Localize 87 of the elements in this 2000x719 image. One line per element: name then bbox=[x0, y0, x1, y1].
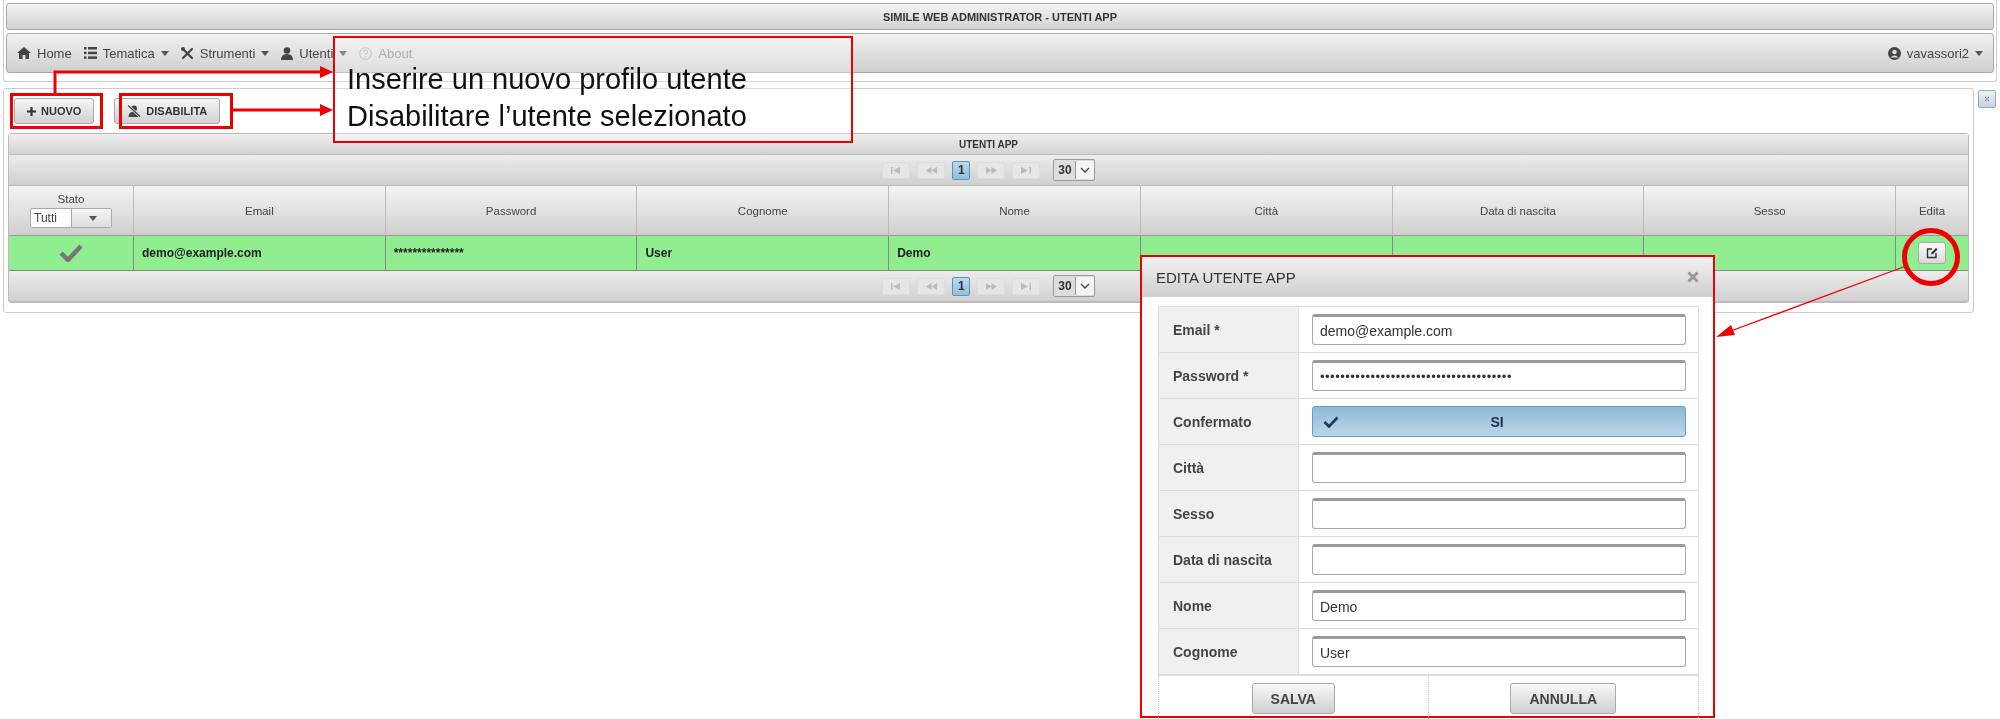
caret-icon bbox=[1975, 50, 1983, 56]
field-label: Data di nascita bbox=[1159, 537, 1299, 582]
question-icon bbox=[359, 46, 373, 60]
next-page-icon bbox=[985, 282, 997, 290]
home-icon bbox=[17, 47, 31, 59]
fullscreen-button[interactable] bbox=[1978, 90, 1996, 108]
caret-icon bbox=[160, 50, 169, 56]
first-page-button[interactable] bbox=[882, 161, 911, 179]
input-field[interactable]: •••••••••••••••••••••••••••••••••••••• bbox=[1312, 360, 1686, 391]
next-page-button[interactable] bbox=[977, 277, 1006, 295]
edit-icon bbox=[1926, 247, 1938, 259]
field-label: Cognome bbox=[1159, 629, 1299, 674]
last-page-button[interactable] bbox=[1012, 277, 1041, 295]
first-page-icon bbox=[891, 282, 902, 290]
tools-icon bbox=[180, 46, 194, 60]
column-header: Cognome bbox=[737, 204, 788, 217]
dialog-title: EDITA UTENTE APP bbox=[1156, 268, 1296, 286]
previous-page-icon bbox=[925, 166, 937, 174]
column-header: Edita bbox=[1918, 204, 1946, 217]
callout-text: Disabilitare l’utente selezionato bbox=[347, 99, 747, 135]
toolbar-button[interactable]: DISABILITA bbox=[114, 98, 221, 124]
column-header: Email bbox=[244, 204, 274, 217]
field-label: Email * bbox=[1159, 307, 1299, 352]
last-page-icon bbox=[1021, 166, 1032, 174]
menu-item[interactable]: Home bbox=[17, 45, 72, 61]
close-icon bbox=[1687, 271, 1699, 283]
table-cell: User bbox=[637, 236, 890, 271]
field-label: Password * bbox=[1159, 353, 1299, 398]
page-number[interactable]: 1 bbox=[952, 160, 971, 180]
menu-item[interactable]: Strumenti bbox=[180, 45, 270, 61]
user-menu[interactable]: vavassori2 bbox=[1887, 45, 1983, 61]
table-cell: demo@example.com bbox=[134, 236, 386, 271]
dialog-button[interactable]: ANNULLA bbox=[1510, 683, 1617, 714]
highlight-circle bbox=[1902, 228, 1960, 286]
user-slash-icon bbox=[127, 105, 142, 117]
caret-icon bbox=[88, 215, 97, 221]
input-field[interactable] bbox=[1312, 544, 1686, 575]
previous-page-button[interactable] bbox=[917, 161, 946, 179]
callout-text: Inserire un nuovo profilo utente bbox=[347, 61, 747, 97]
page-size-select[interactable]: 30 bbox=[1053, 159, 1095, 181]
column-header: Città bbox=[1254, 204, 1279, 217]
input-field[interactable]: demo@example.com bbox=[1312, 314, 1686, 345]
check-icon bbox=[1323, 415, 1339, 428]
field-label: Città bbox=[1159, 445, 1299, 490]
chevron-down-icon bbox=[1079, 167, 1090, 173]
input-field[interactable] bbox=[1312, 452, 1686, 483]
column-header: Data di nascita bbox=[1479, 204, 1556, 217]
previous-page-button[interactable] bbox=[917, 277, 946, 295]
last-page-button[interactable] bbox=[1012, 161, 1041, 179]
previous-page-icon bbox=[925, 282, 937, 290]
menu-item[interactable]: Tematica bbox=[83, 45, 169, 61]
caret-icon bbox=[339, 50, 348, 56]
menu-item[interactable]: Utenti bbox=[281, 45, 348, 61]
window-title: SIMILE WEB ADMINISTRATOR - UTENTI APP bbox=[6, 3, 1994, 30]
page-number[interactable]: 1 bbox=[952, 276, 971, 296]
column-header: Stato bbox=[57, 193, 85, 205]
field-label: Sesso bbox=[1159, 491, 1299, 536]
close-button[interactable] bbox=[1687, 271, 1699, 283]
input-field[interactable]: User bbox=[1312, 636, 1686, 667]
field-label: Nome bbox=[1159, 583, 1299, 628]
toolbar-button[interactable]: NUOVO bbox=[14, 98, 95, 124]
caret-icon bbox=[261, 50, 270, 56]
user-circle-icon bbox=[1887, 46, 1901, 60]
column-header: Sesso bbox=[1753, 204, 1786, 217]
column-header: Password bbox=[485, 204, 537, 217]
chevron-down-icon bbox=[1079, 283, 1090, 289]
user-icon bbox=[281, 46, 294, 60]
dialog-button[interactable]: SALVA bbox=[1251, 683, 1335, 714]
page-size-select[interactable]: 30 bbox=[1053, 275, 1095, 297]
table-cell: *************** bbox=[385, 236, 638, 271]
next-page-button[interactable] bbox=[977, 161, 1006, 179]
first-page-icon bbox=[891, 166, 902, 174]
plus-icon bbox=[27, 106, 36, 116]
edit-button[interactable] bbox=[1918, 242, 1946, 264]
field-label: Confermato bbox=[1159, 399, 1299, 444]
expand-icon bbox=[1985, 94, 1989, 104]
table-cell: Demo bbox=[889, 236, 1141, 271]
next-page-icon bbox=[985, 166, 997, 174]
last-page-icon bbox=[1021, 282, 1032, 290]
status-filter-select[interactable]: Tutti bbox=[30, 208, 112, 228]
toggle-button[interactable]: SI bbox=[1312, 406, 1686, 437]
input-field[interactable] bbox=[1312, 498, 1686, 529]
first-page-button[interactable] bbox=[882, 277, 911, 295]
list-icon bbox=[83, 47, 97, 59]
column-header: Nome bbox=[999, 204, 1030, 217]
input-field[interactable]: Demo bbox=[1312, 590, 1686, 621]
grid-title: UTENTI APP bbox=[9, 134, 1968, 155]
